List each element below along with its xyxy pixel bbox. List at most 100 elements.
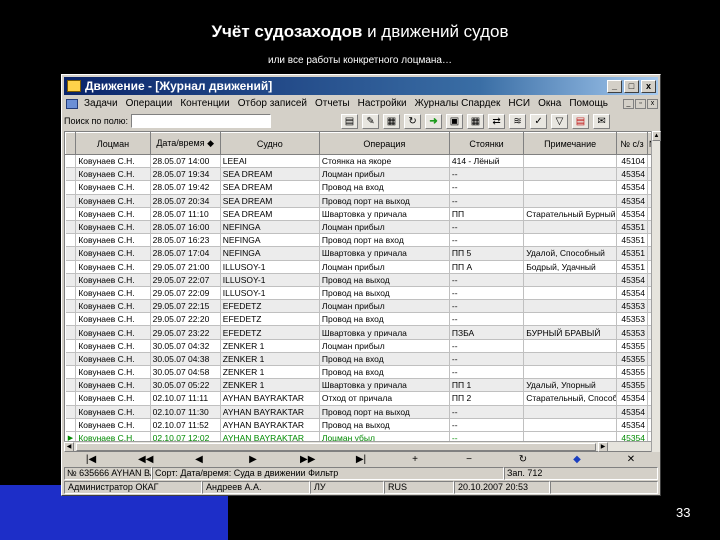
scroll-up-icon[interactable]: ▲ — [652, 131, 661, 141]
table-cell[interactable]: 29.05.07 23:22 — [150, 325, 221, 340]
table-cell[interactable]: Ковунаев С.Н. — [75, 260, 151, 274]
table-cell[interactable]: 28.05.07 16:00 — [150, 220, 221, 235]
table-cell[interactable]: Удалый, Упорный — [523, 378, 618, 393]
table-cell[interactable]: Ковунаев С.Н. — [75, 220, 151, 235]
table-row[interactable]: Ковунаев С.Н. 28.05.07 14:00 LEEAI Стоянка … — [65, 154, 659, 169]
header-berth[interactable]: Стоянки — [448, 132, 525, 155]
table-cell[interactable]: Ковунаев С.Н. — [75, 325, 151, 340]
table-cell[interactable] — [523, 194, 618, 208]
prev-record-icon[interactable]: ◀ — [192, 454, 206, 465]
table-cell[interactable]: 45354 — [616, 167, 649, 182]
table-cell[interactable]: 45351 — [616, 233, 649, 248]
table-cell[interactable]: Ковунаев С.Н. — [75, 352, 151, 367]
table-cell[interactable]: 29.05.07 22:20 — [150, 312, 221, 327]
header-operation[interactable]: Операция — [318, 132, 450, 155]
table-cell[interactable]: Швартовка у причала — [319, 246, 450, 261]
table-cell[interactable]: 45351 — [616, 246, 649, 261]
table-cell[interactable]: 30.05.07 05:22 — [150, 378, 221, 393]
table-cell[interactable] — [523, 352, 618, 367]
table-cell[interactable]: 45355 — [616, 365, 649, 380]
refresh-data-icon[interactable]: ↻ — [516, 454, 530, 465]
table-cell[interactable]: AYHAN BAYRAKTAR — [220, 418, 320, 432]
table-cell[interactable]: ПП А — [449, 260, 525, 274]
table-row[interactable]: Ковунаев С.Н. 02.10.07 11:52 AYHAN BAYRAKT… — [65, 418, 659, 432]
menu-containers[interactable]: Контенции — [176, 98, 233, 109]
table-cell[interactable] — [523, 286, 618, 301]
table-cell[interactable]: Ковунаев С.Н. — [75, 273, 151, 287]
table-cell[interactable]: SEA DREAM — [220, 194, 320, 208]
chart-icon[interactable]: ≋ — [509, 113, 527, 129]
table-row[interactable]: Ковунаев С.Н. 30.05.07 04:32 ZENKER 1 Лоцма… — [65, 339, 659, 353]
menu-tasks[interactable]: Задачи — [80, 98, 122, 109]
table-row[interactable]: Ковунаев С.Н. 30.05.07 04:58 ZENKER 1 Прово… — [65, 365, 659, 380]
vertical-scrollbar[interactable]: ▲ — [651, 131, 661, 452]
table-cell[interactable]: 28.05.07 14:00 — [150, 154, 221, 169]
table-cell[interactable]: Провод на вход — [319, 352, 450, 367]
table-cell[interactable]: -- — [449, 312, 525, 327]
table-cell[interactable]: -- — [449, 194, 525, 208]
table-cell[interactable]: -- — [449, 167, 525, 182]
table-row[interactable]: Ковунаев С.Н. 02.10.07 11:30 AYHAN BAYRAKT… — [65, 405, 659, 419]
table-cell[interactable]: ПП 2 — [449, 391, 525, 406]
menu-settings[interactable]: Настройки — [354, 98, 411, 109]
table-cell[interactable]: 414 - Лёный — [449, 154, 525, 169]
table-cell[interactable]: Ковунаев С.Н. — [75, 299, 151, 314]
table-cell[interactable]: ILLUSOY-1 — [220, 260, 320, 274]
table-row[interactable]: Ковунаев С.Н. 28.05.07 16:00 NEFINGA Лоцман… — [65, 220, 659, 235]
table-cell[interactable]: -- — [449, 365, 525, 380]
table-cell[interactable]: 30.05.07 04:32 — [150, 339, 221, 353]
delete-record-icon[interactable]: − — [462, 454, 476, 465]
table-row[interactable]: Ковунаев С.Н. 29.05.07 22:20 EFEDETZ Провод… — [65, 312, 659, 327]
table-cell[interactable]: Ковунаев С.Н. — [75, 418, 151, 432]
table-cell[interactable] — [523, 233, 618, 248]
table-cell[interactable] — [523, 418, 618, 432]
menu-journals[interactable]: Журналы Спардек — [411, 98, 505, 109]
table-cell[interactable]: Провод порт на выход — [319, 194, 450, 208]
table-cell[interactable]: Бодрый, Удачный — [523, 260, 618, 274]
go-arrow-icon[interactable]: ➜ — [425, 113, 443, 129]
table-cell[interactable]: 45351 — [616, 220, 649, 235]
table-cell[interactable]: ZENKER 1 — [220, 378, 320, 393]
table-cell[interactable]: -- — [449, 180, 525, 195]
table-cell[interactable]: Швартовка у причала — [319, 378, 450, 393]
table-cell[interactable]: Ковунаев С.Н. — [75, 180, 151, 195]
table-cell[interactable]: EFEDETZ — [220, 325, 320, 340]
table-cell[interactable]: Лоцман прибыл — [319, 220, 450, 235]
table-cell[interactable]: ZENKER 1 — [220, 352, 320, 367]
table-row[interactable]: Ковунаев С.Н. 29.05.07 21:00 ILLUSOY-1 Лоцм… — [65, 260, 659, 274]
table-cell[interactable] — [523, 154, 618, 169]
first-record-icon[interactable]: |◀ — [84, 454, 98, 465]
table-row[interactable]: Ковунаев С.Н. 28.05.07 17:04 NEFINGA Шварто… — [65, 246, 659, 261]
bookmark-icon[interactable]: ◆ — [570, 454, 584, 465]
table-row[interactable]: Ковунаев С.Н. 29.05.07 22:07 ILLUSOY-1 Пров… — [65, 273, 659, 287]
table-cell[interactable]: 28.05.07 19:42 — [150, 180, 221, 195]
horizontal-scrollbar[interactable]: ◀ ▶ — [64, 441, 651, 452]
table-cell[interactable]: -- — [449, 233, 525, 248]
table-cell[interactable]: Отход от причала — [319, 391, 450, 406]
table-cell[interactable]: 28.05.07 17:04 — [150, 246, 221, 261]
link-icon[interactable]: ⇄ — [488, 113, 506, 129]
filter-icon[interactable]: ▽ — [551, 113, 569, 129]
table-cell[interactable]: NEFINGA — [220, 233, 320, 248]
mdi-minimize-button[interactable]: _ — [623, 98, 634, 109]
header-vessel[interactable]: Судно — [219, 132, 320, 155]
menu-help[interactable]: Помощь — [565, 98, 612, 109]
table-cell[interactable]: SEA DREAM — [220, 180, 320, 195]
table-row[interactable]: Ковунаев С.Н. 28.05.07 19:34 SEA DREAM Лоцм… — [65, 167, 659, 182]
window-titlebar[interactable]: Движение - [Журнал движений] _ □ x — [64, 77, 658, 95]
table-cell[interactable]: 29.05.07 22:07 — [150, 273, 221, 287]
table-cell[interactable]: NEFINGA — [220, 220, 320, 235]
table-cell[interactable]: SEA DREAM — [220, 207, 320, 221]
maximize-button[interactable]: □ — [624, 79, 639, 93]
add-record-icon[interactable]: + — [408, 454, 422, 465]
table-cell[interactable]: Стоянка на якоре — [319, 154, 450, 169]
menu-operations[interactable]: Операции — [122, 98, 177, 109]
edit-icon[interactable]: ✎ — [362, 113, 380, 129]
menu-filter[interactable]: Отбор записей — [234, 98, 311, 109]
grid-icon[interactable]: ▦ — [467, 113, 485, 129]
table-cell[interactable] — [523, 180, 618, 195]
table-cell[interactable] — [523, 405, 618, 419]
table-cell[interactable]: 45354 — [616, 391, 649, 406]
table-cell[interactable]: 45354 — [616, 405, 649, 419]
table-cell[interactable]: -- — [449, 299, 525, 314]
